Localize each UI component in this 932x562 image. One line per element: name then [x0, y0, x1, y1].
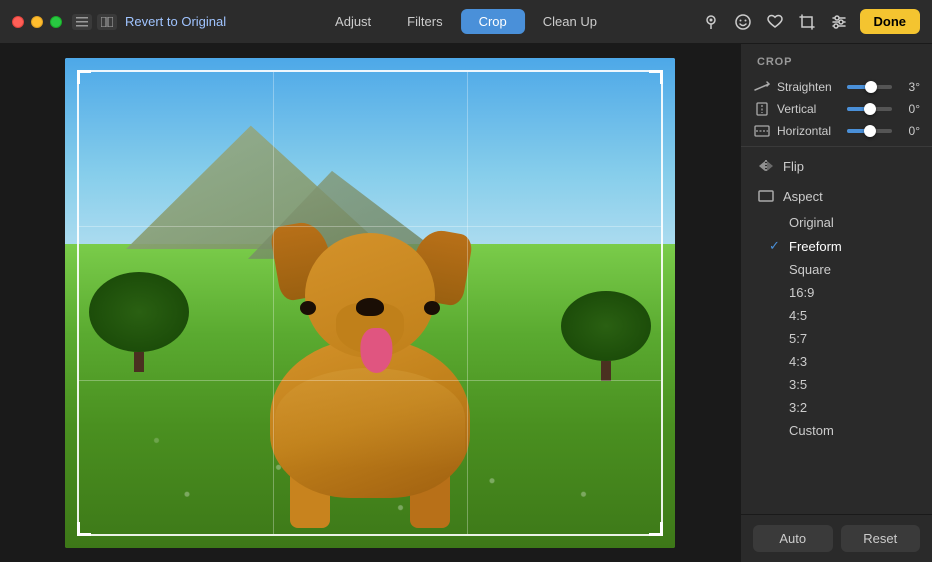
checkmark-4-3 — [769, 354, 785, 369]
dog-tongue — [360, 328, 392, 373]
vertical-slider[interactable] — [847, 107, 892, 111]
straighten-label: Straighten — [777, 80, 841, 94]
close-button[interactable] — [12, 16, 24, 28]
straighten-slider[interactable] — [847, 85, 892, 89]
tree-left-canopy — [89, 272, 189, 352]
titlebar: Revert to Original Adjust Filters Crop C… — [0, 0, 932, 44]
tree-right-canopy — [561, 291, 651, 361]
aspect-option-original[interactable]: Original — [741, 211, 932, 234]
dog-eye-left — [300, 301, 316, 315]
minimize-button[interactable] — [31, 16, 43, 28]
dog-fur — [275, 368, 465, 468]
straighten-thumb[interactable] — [865, 81, 877, 93]
checkmark-freeform: ✓ — [769, 238, 785, 254]
emoji-icon[interactable] — [732, 11, 754, 33]
horizontal-icon — [753, 124, 771, 138]
layout-toggle[interactable] — [97, 14, 117, 30]
aspect-option-3-5[interactable]: 3:5 — [741, 373, 932, 396]
vertical-label: Vertical — [777, 102, 841, 116]
nav-tabs: Adjust Filters Crop Clean Up — [317, 9, 615, 34]
tab-crop[interactable]: Crop — [461, 9, 525, 34]
checkmark-original — [769, 215, 785, 230]
checkmark-3-2 — [769, 400, 785, 415]
photo-image — [65, 58, 675, 548]
vertical-value: 0° — [898, 102, 920, 116]
flip-label: Flip — [783, 159, 804, 174]
tree-right-trunk — [601, 361, 611, 381]
aspect-label: Aspect — [783, 189, 823, 204]
photo-area — [0, 44, 740, 562]
auto-button[interactable]: Auto — [753, 525, 833, 552]
dog-nose — [356, 298, 384, 316]
location-icon[interactable] — [700, 11, 722, 33]
straighten-icon — [753, 80, 771, 94]
horizontal-row: Horizontal 0° — [741, 120, 932, 142]
checkmark-square — [769, 262, 785, 277]
tree-right-group — [561, 291, 651, 381]
window-controls — [72, 14, 117, 30]
aspect-option-3-2[interactable]: 3:2 — [741, 396, 932, 419]
aspect-option-4-5[interactable]: 4:5 — [741, 304, 932, 327]
divider-1 — [741, 146, 932, 147]
horizontal-value: 0° — [898, 124, 920, 138]
done-button[interactable]: Done — [860, 9, 921, 34]
straighten-row: Straighten 3° — [741, 76, 932, 98]
aspect-option-4-3[interactable]: 4:3 — [741, 350, 932, 373]
vertical-icon — [753, 102, 771, 116]
adjustments-icon[interactable] — [828, 11, 850, 33]
tree-left-trunk — [134, 352, 144, 372]
panel-title: CROP — [741, 44, 932, 76]
main-content: CROP Straighten 3° — [0, 44, 932, 562]
panel-footer: Auto Reset — [741, 514, 932, 562]
aspect-item[interactable]: Aspect — [741, 181, 932, 211]
flip-item[interactable]: Flip — [741, 151, 932, 181]
horizontal-thumb[interactable] — [864, 125, 876, 137]
aspect-option-5-7[interactable]: 5:7 — [741, 327, 932, 350]
heart-icon[interactable] — [764, 11, 786, 33]
traffic-lights — [12, 16, 62, 28]
crop-icon[interactable] — [796, 11, 818, 33]
vertical-thumb[interactable] — [864, 103, 876, 115]
sidebar-toggle[interactable] — [72, 14, 92, 30]
revert-button[interactable]: Revert to Original — [125, 14, 226, 29]
aspect-option-square[interactable]: Square — [741, 258, 932, 281]
photo-container — [65, 58, 675, 548]
right-panel: CROP Straighten 3° — [740, 44, 932, 562]
dog-eye-right — [424, 301, 440, 315]
horizontal-label: Horizontal — [777, 124, 841, 138]
checkmark-custom — [769, 423, 785, 438]
tab-filters[interactable]: Filters — [389, 9, 460, 34]
checkmark-16-9 — [769, 285, 785, 300]
reset-button[interactable]: Reset — [841, 525, 921, 552]
checkmark-3-5 — [769, 377, 785, 392]
toolbar-right: Done — [700, 9, 921, 34]
tab-cleanup[interactable]: Clean Up — [525, 9, 615, 34]
checkmark-5-7 — [769, 331, 785, 346]
straighten-value: 3° — [898, 80, 920, 94]
horizontal-slider[interactable] — [847, 129, 892, 133]
aspect-option-freeform[interactable]: ✓ Freeform — [741, 234, 932, 258]
aspect-option-16-9[interactable]: 16:9 — [741, 281, 932, 304]
flip-icon — [757, 157, 775, 175]
maximize-button[interactable] — [50, 16, 62, 28]
aspect-option-custom[interactable]: Custom — [741, 419, 932, 442]
checkmark-4-5 — [769, 308, 785, 323]
aspect-icon — [757, 187, 775, 205]
tree-left-group — [89, 272, 189, 372]
tab-adjust[interactable]: Adjust — [317, 9, 389, 34]
vertical-row: Vertical 0° — [741, 98, 932, 120]
